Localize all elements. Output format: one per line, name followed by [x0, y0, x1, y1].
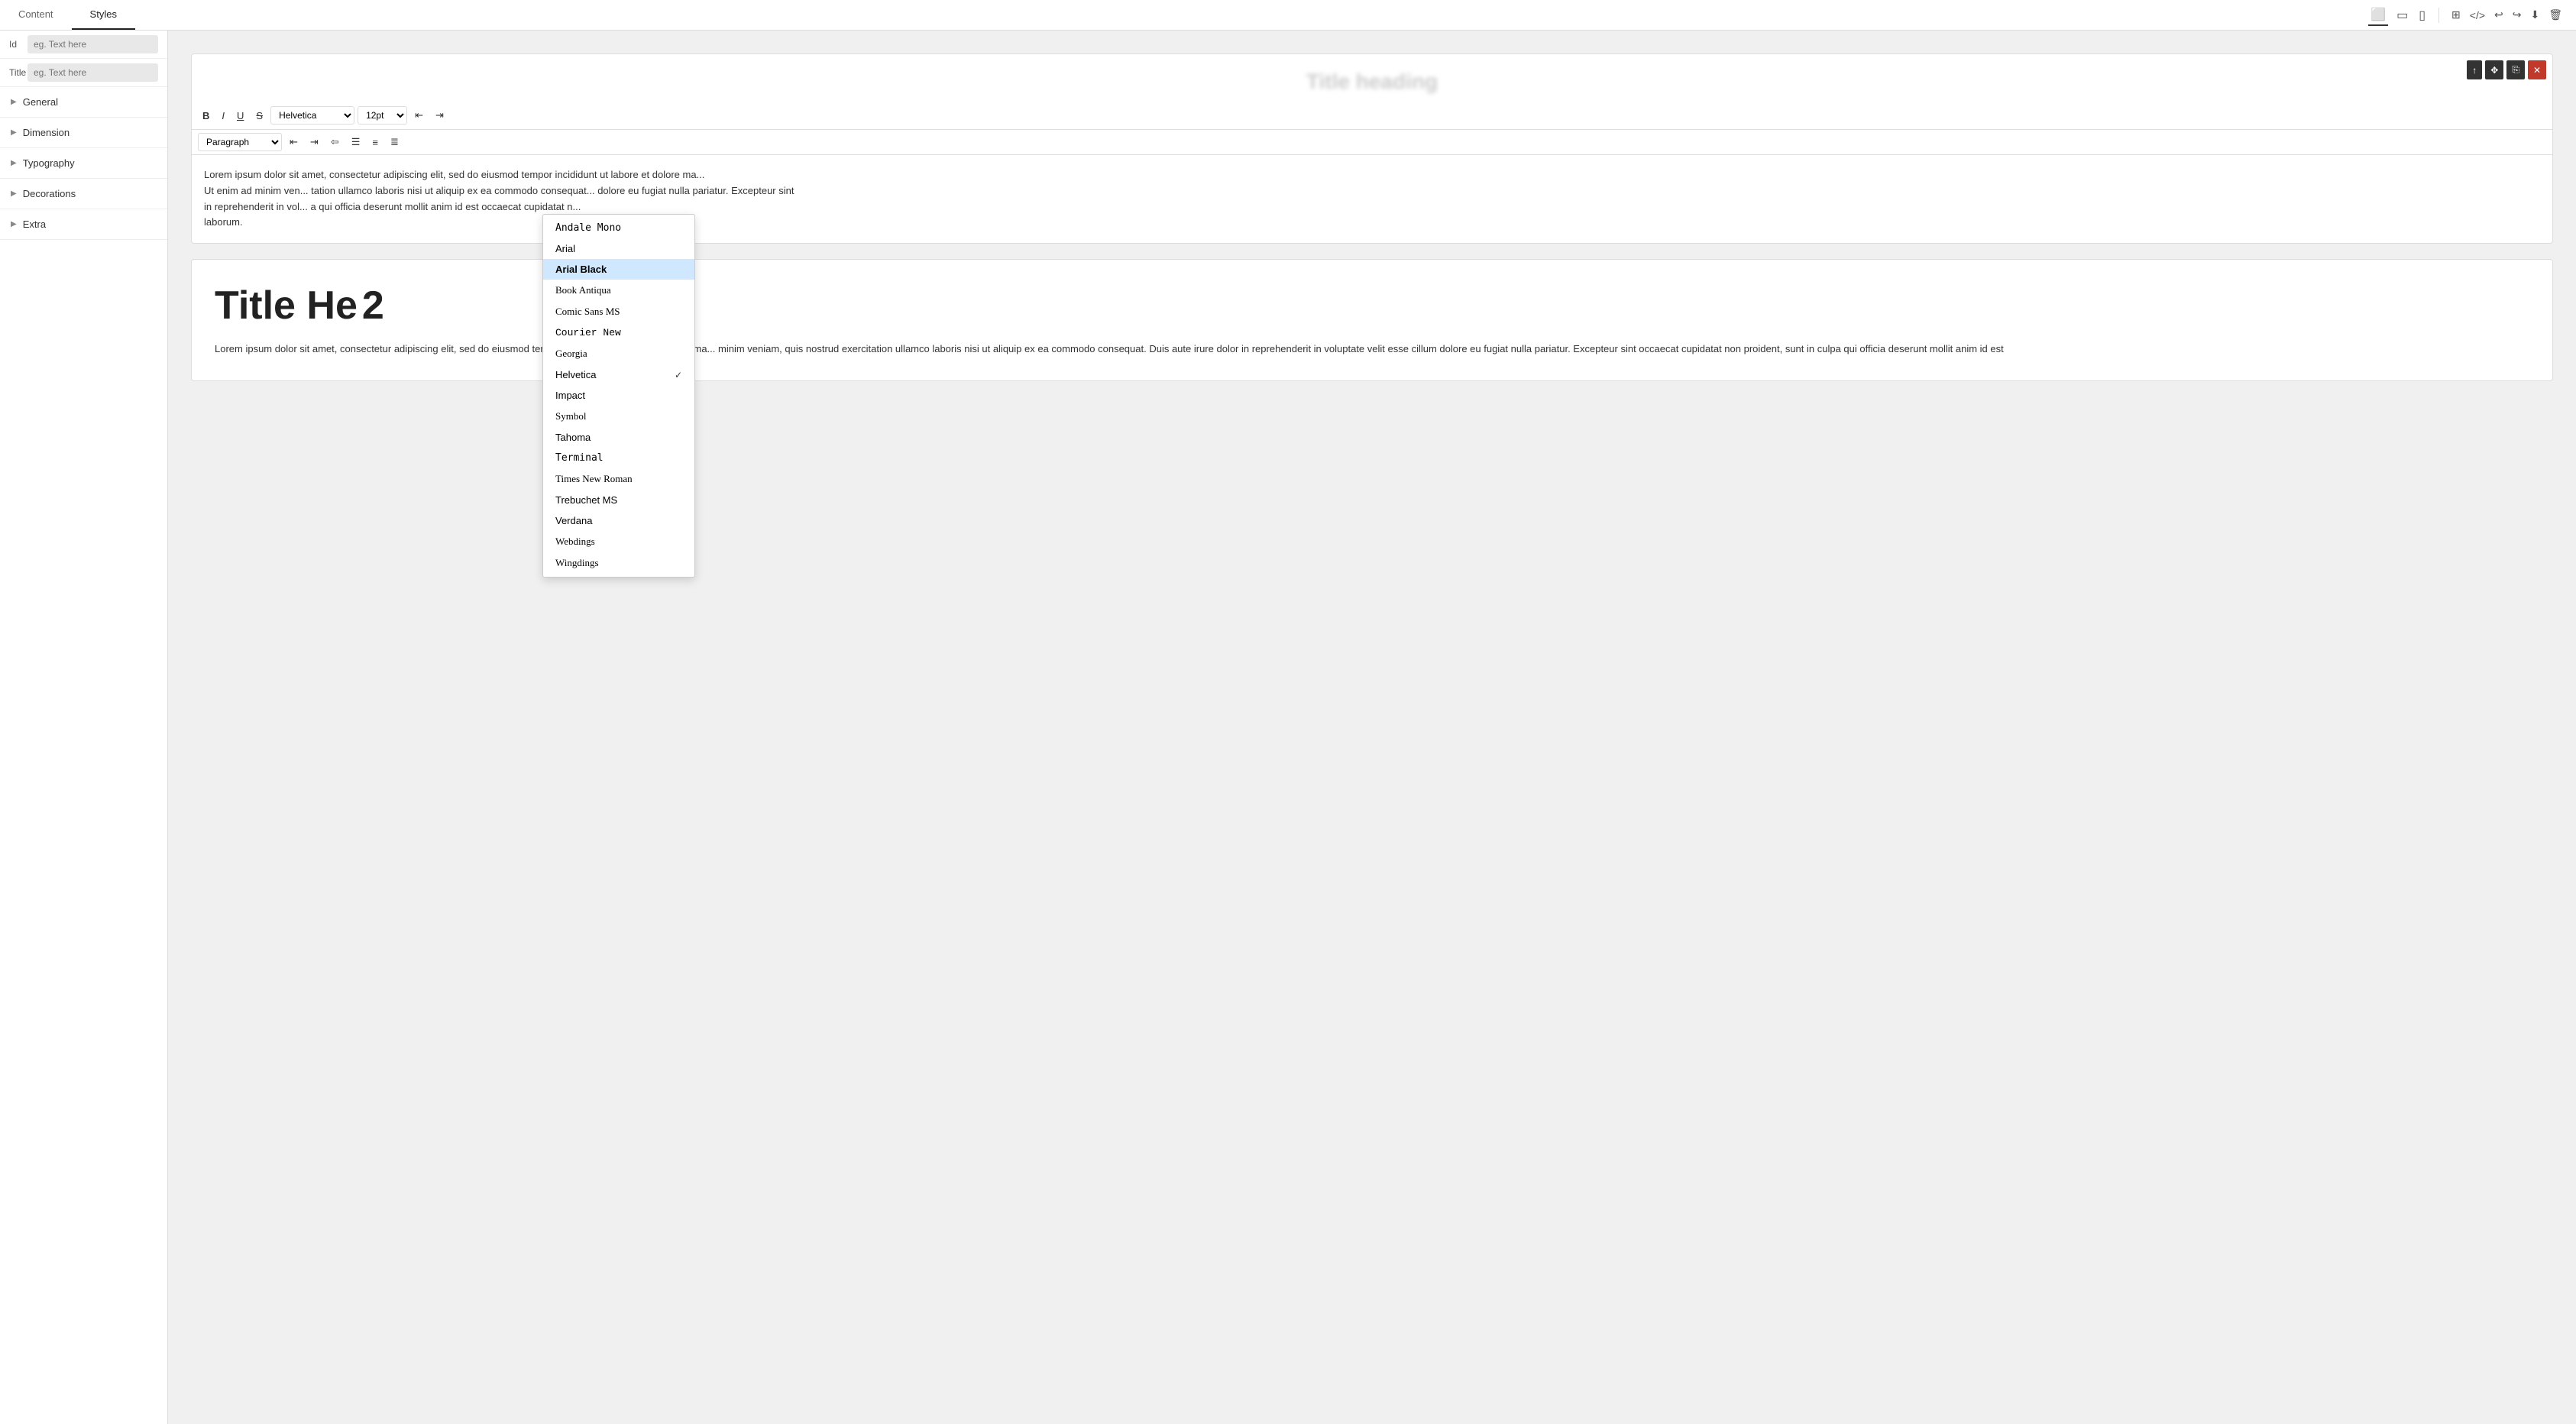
tab-styles[interactable]: Styles — [72, 0, 135, 30]
indent-increase-btn[interactable]: ⇥ — [431, 107, 448, 124]
paragraph-select[interactable]: Paragraph — [198, 133, 282, 151]
font-item-arial[interactable]: Arial — [543, 238, 694, 259]
main-area: Title heading B I U S Helvetica — [168, 31, 2576, 1424]
accordion-decorations: ▶ Decorations — [0, 179, 167, 209]
font-item-terminal[interactable]: Terminal — [543, 448, 694, 468]
editor-toolbar-row2: Paragraph ⇤ ⇥ ⇦ ☰ ≡ ≣ — [192, 130, 2552, 155]
font-item-webdings[interactable]: Webdings — [543, 531, 694, 552]
font-item-helvetica[interactable]: Helvetica✓ — [543, 364, 694, 385]
accordion-extra: ▶ Extra — [0, 209, 167, 240]
divider — [2438, 8, 2439, 23]
title-input[interactable] — [28, 63, 158, 82]
align-center-btn[interactable]: ⇥ — [306, 134, 323, 150]
second-card-title: Title He — [215, 283, 358, 328]
font-item-georgia[interactable]: Georgia — [543, 343, 694, 364]
font-family-wrapper: Helvetica — [270, 106, 354, 125]
list-unordered-btn[interactable]: ≡ — [367, 134, 383, 150]
font-item-courier-new[interactable]: Courier New — [543, 322, 694, 343]
code-icon-btn[interactable]: </> — [2468, 8, 2487, 23]
font-size-wrapper: 12pt — [358, 106, 407, 125]
accordion-typography-header[interactable]: ▶ Typography — [0, 148, 167, 178]
font-item-symbol[interactable]: Symbol — [543, 406, 694, 427]
font-item-times-new-roman[interactable]: Times New Roman — [543, 468, 694, 490]
font-item-tahoma[interactable]: Tahoma — [543, 427, 694, 448]
align-right-btn[interactable]: ⇦ — [326, 134, 344, 150]
blurred-heading-container: Title heading — [192, 54, 2552, 102]
checkmark-icon: ✓ — [675, 370, 682, 380]
app-header: Content Styles ⬜ ▭ ▯ ⊞ </> ↩ ↪ ⬇ 🗑 — [0, 0, 2576, 31]
left-panel: Id Title ▶ General ▶ Dimension — [0, 31, 168, 1424]
title-field-row: Title — [0, 59, 167, 87]
chevron-icon: ▶ — [11, 220, 17, 228]
font-item-wingdings[interactable]: Wingdings — [543, 552, 694, 574]
accordion-extra-label: Extra — [23, 218, 46, 230]
chevron-icon: ▶ — [11, 128, 17, 137]
undo-icon-btn[interactable]: ↩ — [2493, 7, 2505, 23]
device-desktop-btn[interactable]: ⬜ — [2368, 5, 2388, 26]
id-input[interactable] — [28, 35, 158, 53]
align-justify-btn[interactable]: ☰ — [347, 134, 365, 150]
font-item-comic-sans-ms[interactable]: Comic Sans MS — [543, 301, 694, 322]
accordion-general: ▶ General — [0, 87, 167, 118]
editor-toolbar-row1: B I U S Helvetica 12pt — [192, 102, 2552, 130]
tab-content[interactable]: Content — [0, 0, 72, 30]
font-item-impact[interactable]: Impact — [543, 385, 694, 406]
italic-btn[interactable]: I — [217, 108, 229, 124]
list-ordered-btn[interactable]: ≣ — [386, 134, 403, 150]
download-icon-btn[interactable]: ⬇ — [2529, 7, 2541, 23]
delete-element-btn[interactable]: ✕ — [2528, 60, 2546, 79]
strikethrough-btn[interactable]: S — [251, 108, 267, 124]
align-left-btn[interactable]: ⇤ — [285, 134, 303, 150]
font-family-select[interactable]: Helvetica — [270, 106, 354, 125]
blurred-heading: Title heading — [207, 70, 2537, 94]
indent-decrease-btn[interactable]: ⇤ — [410, 107, 428, 124]
font-item-verdana[interactable]: Verdana — [543, 510, 694, 531]
redo-icon-btn[interactable]: ↪ — [2511, 7, 2523, 23]
font-dropdown: Andale Mono Arial Arial Black Book Antiq… — [542, 214, 695, 578]
chevron-icon: ▶ — [11, 98, 17, 106]
title-label: Title — [9, 67, 28, 78]
accordion-typography: ▶ Typography — [0, 148, 167, 179]
font-item-book-antiqua[interactable]: Book Antiqua — [543, 280, 694, 301]
device-tablet-btn[interactable]: ▭ — [2394, 5, 2410, 25]
accordion-typography-label: Typography — [23, 157, 75, 169]
accordion-dimension: ▶ Dimension — [0, 118, 167, 148]
chevron-icon: ▶ — [11, 159, 17, 167]
second-card-title-suffix: 2 — [362, 283, 384, 328]
accordion-general-label: General — [23, 96, 58, 108]
accordion-dimension-header[interactable]: ▶ Dimension — [0, 118, 167, 147]
font-item-trebuchet-ms[interactable]: Trebuchet MS — [543, 490, 694, 510]
copy-btn[interactable]: ⎘ — [2506, 60, 2525, 79]
id-field-row: Id — [0, 31, 167, 59]
font-item-andale-mono[interactable]: Andale Mono — [543, 218, 694, 238]
bold-btn[interactable]: B — [198, 108, 214, 124]
accordion-general-header[interactable]: ▶ General — [0, 87, 167, 117]
tab-bar: Content Styles — [0, 0, 135, 30]
accordion-decorations-header[interactable]: ▶ Decorations — [0, 179, 167, 209]
float-actions: ↑ ✥ ⎘ ✕ — [2467, 60, 2546, 79]
font-item-arial-black[interactable]: Arial Black — [543, 259, 694, 280]
device-mobile-btn[interactable]: ▯ — [2416, 5, 2428, 25]
chevron-icon: ▶ — [11, 189, 17, 198]
accordion-decorations-label: Decorations — [23, 188, 76, 199]
accordion-dimension-label: Dimension — [23, 127, 70, 138]
font-size-select[interactable]: 12pt — [358, 106, 407, 125]
id-label: Id — [9, 39, 28, 50]
accordion-extra-header[interactable]: ▶ Extra — [0, 209, 167, 239]
move-btn[interactable]: ✥ — [2485, 60, 2503, 79]
delete-icon-btn[interactable]: 🗑 — [2547, 7, 2564, 23]
underline-btn[interactable]: U — [232, 108, 248, 124]
move-up-btn[interactable]: ↑ — [2467, 60, 2482, 79]
header-right: ⬜ ▭ ▯ ⊞ </> ↩ ↪ ⬇ 🗑 — [2368, 5, 2576, 26]
grid-icon-btn[interactable]: ⊞ — [2450, 7, 2462, 23]
